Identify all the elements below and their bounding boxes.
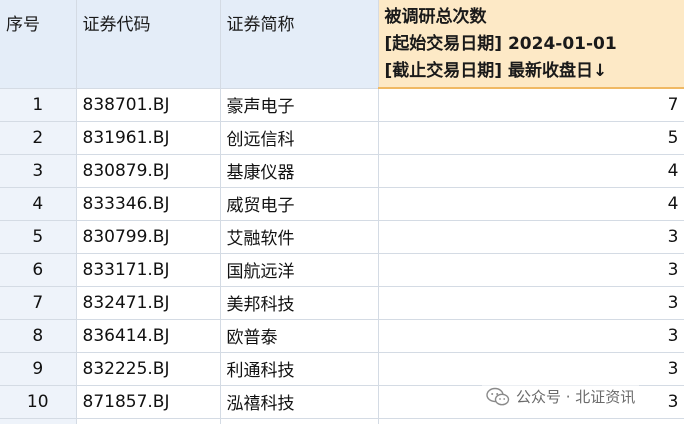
cell-code[interactable]: 832225.BJ [76,352,221,386]
table-body: 1 838701.BJ 豪声电子 7 2 831961.BJ 创远信科 5 3 830879.BJ… [0,88,684,424]
cell-index[interactable]: 9 [0,352,77,386]
cell-index[interactable]: 1 [0,88,77,122]
cell-code[interactable]: 838701.BJ [76,88,221,122]
cell-index[interactable]: 4 [0,187,77,221]
table-row[interactable]: 8 836414.BJ 欧普泰 3 [0,319,684,353]
cell-research-count[interactable]: 7 [378,88,684,122]
cell-index[interactable]: 6 [0,253,77,287]
table-row[interactable]: 3 830879.BJ 基康仪器 4 [0,154,684,188]
cell-code[interactable]: 830799.BJ [76,220,221,254]
cell-code[interactable]: 830879.BJ [76,154,221,188]
research-count-table: 序号 证券代码 证券简称 被调研总次数 [起始交易日期] 2024-01-01 … [0,0,684,424]
table-row[interactable]: 2 831961.BJ 创远信科 5 [0,121,684,155]
column-header-index[interactable]: 序号 [0,0,77,89]
cell-index[interactable]: 10 [0,385,77,419]
cell-index[interactable]: 8 [0,319,77,353]
table-row[interactable]: 1 838701.BJ 豪声电子 7 [0,88,684,122]
cell-code[interactable]: 871857.BJ [76,385,221,419]
wechat-icon [486,387,510,405]
cell-empty [0,418,77,424]
table-row[interactable]: 7 832471.BJ 美邦科技 3 [0,286,684,320]
header-row: 序号 证券代码 证券简称 被调研总次数 [起始交易日期] 2024-01-01 … [0,0,684,89]
cell-name[interactable]: 创远信科 [220,121,379,155]
table-row[interactable]: 5 830799.BJ 艾融软件 3 [0,220,684,254]
cell-empty [220,418,379,424]
cell-name[interactable]: 豪声电子 [220,88,379,122]
cell-index[interactable]: 2 [0,121,77,155]
cell-research-count[interactable]: 5 [378,121,684,155]
data-grid: 序号 证券代码 证券简称 被调研总次数 [起始交易日期] 2024-01-01 … [0,0,684,424]
column-header-research-count[interactable]: 被调研总次数 [起始交易日期] 2024-01-01 [截止交易日期] 最新收盘… [378,0,684,89]
cell-empty [76,418,221,424]
watermark-text: 公众号 · 北证资讯 [516,388,636,406]
table-row[interactable]: 9 832225.BJ 利通科技 3 [0,352,684,386]
cell-code[interactable]: 832471.BJ [76,286,221,320]
cell-index[interactable]: 3 [0,154,77,188]
cell-code[interactable]: 836414.BJ [76,319,221,353]
cell-name[interactable]: 泓禧科技 [220,385,379,419]
column-header-name[interactable]: 证券简称 [220,0,379,89]
column-header-code[interactable]: 证券代码 [76,0,221,89]
cell-index[interactable]: 5 [0,220,77,254]
header-end-date: [截止交易日期] 最新收盘日↓ [384,61,608,81]
watermark: 公众号 · 北证资讯 [482,384,640,409]
cell-research-count[interactable]: 3 [378,220,684,254]
cell-research-count[interactable]: 4 [378,187,684,221]
cell-empty [378,418,684,424]
cell-name[interactable]: 美邦科技 [220,286,379,320]
cell-name[interactable]: 基康仪器 [220,154,379,188]
cell-name[interactable]: 利通科技 [220,352,379,386]
table-row[interactable]: 4 833346.BJ 威贸电子 4 [0,187,684,221]
cell-research-count[interactable]: 3 [378,319,684,353]
cell-research-count[interactable]: 3 [378,352,684,386]
cell-code[interactable]: 833171.BJ [76,253,221,287]
cell-name[interactable]: 欧普泰 [220,319,379,353]
cell-research-count[interactable]: 4 [378,154,684,188]
cell-name[interactable]: 威贸电子 [220,187,379,221]
cell-name[interactable]: 国航远洋 [220,253,379,287]
cell-code[interactable]: 833346.BJ [76,187,221,221]
table-row[interactable]: 6 833171.BJ 国航远洋 3 [0,253,684,287]
cell-research-count[interactable]: 3 [378,253,684,287]
cell-research-count[interactable]: 3 [378,286,684,320]
header-start-date: [起始交易日期] 2024-01-01 [384,34,617,54]
cell-name[interactable]: 艾融软件 [220,220,379,254]
header-title: 被调研总次数 [384,7,487,27]
cell-code[interactable]: 831961.BJ [76,121,221,155]
table-row-partial [0,418,684,424]
cell-index[interactable]: 7 [0,286,77,320]
